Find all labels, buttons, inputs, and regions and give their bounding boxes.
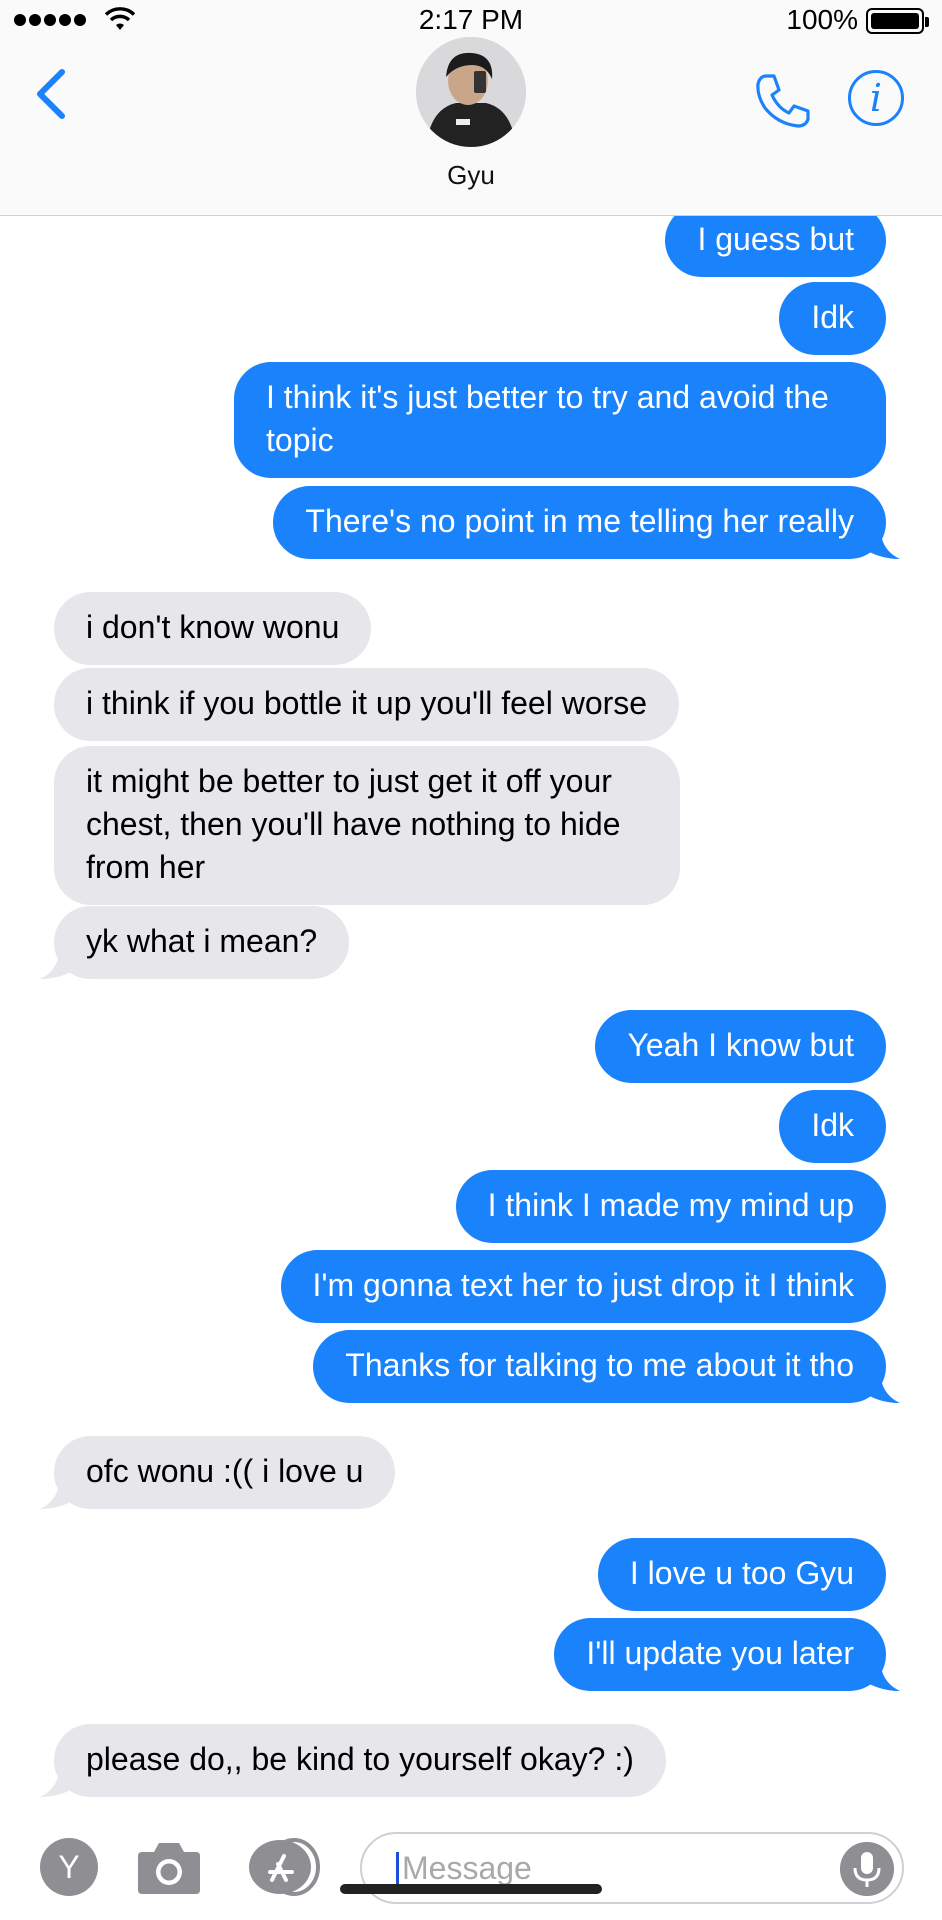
message-bubble-incoming[interactable]: please do,, be kind to yourself okay? :) <box>40 1724 666 1797</box>
message-bubble-outgoing[interactable]: There's no point in me telling her reall… <box>273 486 900 559</box>
app-store-icon[interactable] <box>246 1838 322 1896</box>
conversation-header: 2:17 PM 100% Gyu i <box>0 0 942 216</box>
message-bubble-incoming[interactable]: it might be better to just get it off yo… <box>54 746 680 905</box>
message-text: it might be better to just get it off yo… <box>86 763 621 885</box>
compose-toolbar: Y Message <box>0 1816 942 1920</box>
message-bubble-incoming[interactable]: ofc wonu :(( i love u <box>40 1436 396 1509</box>
message-text: I'm gonna text her to just drop it I thi… <box>312 1267 855 1303</box>
message-text: Idk <box>811 299 854 335</box>
message-text: I guess but <box>697 221 854 257</box>
message-text: I'll update you later <box>586 1635 854 1671</box>
message-bubble-outgoing[interactable]: Idk <box>779 282 886 355</box>
battery-percentage: 100% <box>786 4 858 35</box>
messages-screen: 2:17 PM 100% Gyu i I guess but Idk I thi <box>0 0 942 1920</box>
status-bar: 2:17 PM 100% <box>0 0 942 40</box>
back-chevron-icon[interactable] <box>30 64 74 124</box>
message-text: I love u too Gyu <box>629 1555 854 1591</box>
message-bubble-outgoing[interactable]: I guess but <box>665 216 886 277</box>
message-text: i don't know wonu <box>86 609 340 645</box>
message-text: ofc wonu :(( i love u <box>86 1453 364 1489</box>
message-placeholder: Message <box>402 1850 532 1886</box>
contact-avatar[interactable] <box>416 37 526 147</box>
message-text: i think if you bottle it up you'll feel … <box>86 685 648 721</box>
bubble-tail <box>864 529 900 559</box>
message-text: There's no point in me telling her reall… <box>305 503 854 539</box>
microphone-icon[interactable] <box>840 1842 894 1896</box>
message-bubble-outgoing[interactable]: I love u too Gyu <box>597 1538 886 1611</box>
message-text: I think I made my mind up <box>487 1187 854 1223</box>
message-text: yk what i mean? <box>86 923 318 959</box>
apps-drawer-button[interactable]: Y <box>40 1838 98 1896</box>
message-bubble-outgoing[interactable]: I think I made my mind up <box>455 1170 886 1243</box>
message-text: please do,, be kind to yourself okay? :) <box>86 1741 634 1777</box>
message-text: I think it's just better to try and avoi… <box>266 379 829 458</box>
bubble-tail <box>864 1373 900 1403</box>
contact-name[interactable]: Gyu <box>0 160 942 191</box>
bubble-tail <box>40 1479 76 1509</box>
message-text: Idk <box>811 1107 854 1143</box>
bubble-tail <box>40 1767 76 1797</box>
bubble-tail <box>40 949 76 979</box>
message-bubble-outgoing[interactable]: I think it's just better to try and avoi… <box>234 362 886 478</box>
message-bubble-outgoing[interactable]: I'll update you later <box>554 1618 900 1691</box>
info-icon[interactable]: i <box>848 70 904 126</box>
message-bubble-outgoing[interactable]: Thanks for talking to me about it tho <box>313 1330 900 1403</box>
message-bubble-incoming[interactable]: yk what i mean? <box>40 906 350 979</box>
message-bubble-outgoing[interactable]: I'm gonna text her to just drop it I thi… <box>280 1250 886 1323</box>
phone-icon[interactable] <box>752 70 814 132</box>
home-indicator[interactable] <box>340 1884 602 1894</box>
message-text: Yeah I know but <box>627 1027 854 1063</box>
message-bubble-incoming[interactable]: i don't know wonu <box>54 592 372 665</box>
message-bubble-outgoing[interactable]: Idk <box>779 1090 886 1163</box>
message-thread: I guess but Idk I think it's just better… <box>0 216 942 1816</box>
message-text: Thanks for talking to me about it tho <box>345 1347 854 1383</box>
message-bubble-outgoing[interactable]: Yeah I know but <box>595 1010 886 1083</box>
bubble-tail <box>864 1661 900 1691</box>
camera-icon[interactable] <box>136 1838 202 1896</box>
battery-icon <box>866 8 929 34</box>
message-bubble-incoming[interactable]: i think if you bottle it up you'll feel … <box>54 668 680 741</box>
